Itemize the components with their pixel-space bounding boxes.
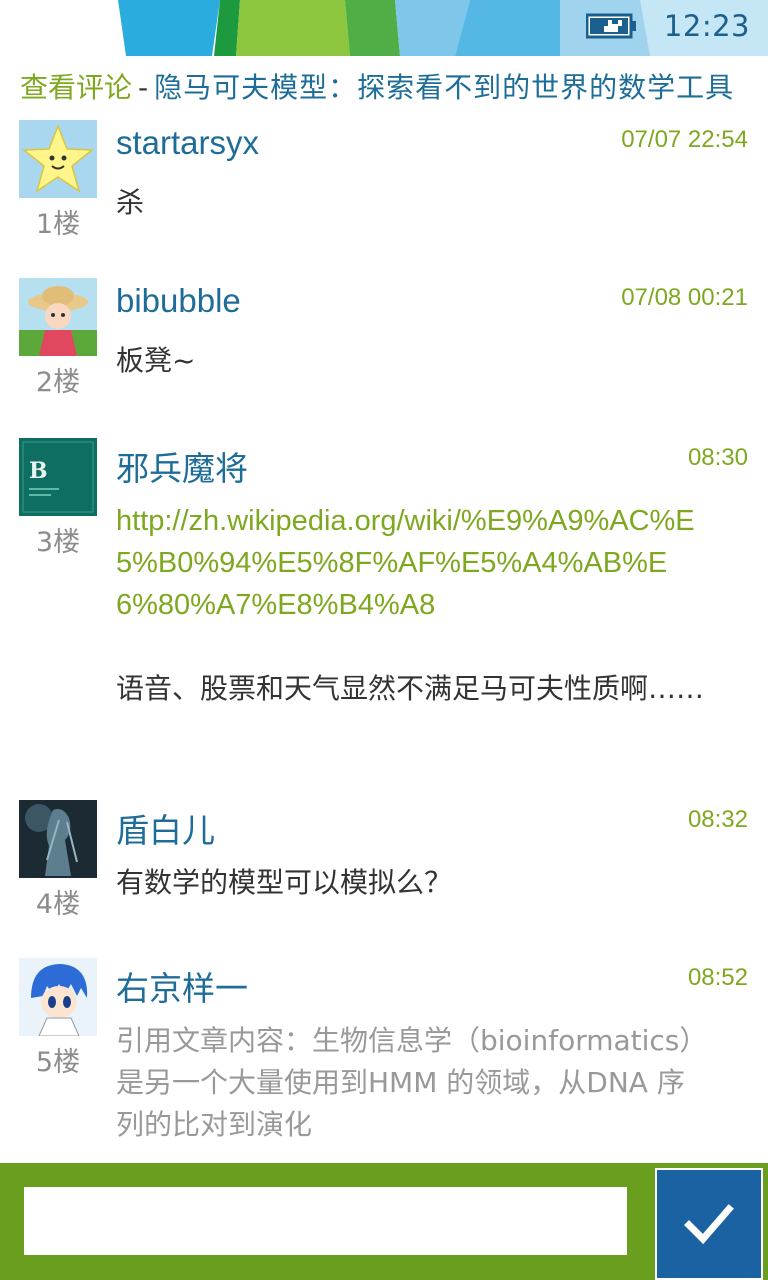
floor-number: 2楼 — [35, 367, 81, 398]
floor-number: 3楼 — [35, 527, 81, 558]
comment-item[interactable]: 2楼 bibubble 07/08 00:21 板凳~ — [0, 278, 768, 428]
comment-time: 08:32 — [687, 806, 748, 833]
comment-username[interactable]: 邪兵魔将 — [116, 442, 248, 490]
dark-figure-avatar-icon — [19, 800, 97, 878]
floor-number: 5楼 — [35, 1047, 81, 1078]
svg-text:B: B — [29, 458, 48, 484]
avatar[interactable] — [19, 958, 97, 1036]
article-title[interactable]: 隐马可夫模型：探索看不到的世界的数学工具 — [154, 71, 734, 104]
star-avatar-icon — [19, 120, 97, 198]
status-bar: 12:23 — [0, 0, 768, 56]
floor-number: 1楼 — [35, 209, 81, 240]
comment-time: 08:30 — [687, 444, 748, 471]
comment-username[interactable]: 盾白儿 — [116, 804, 215, 852]
comment-username[interactable]: bibubble — [116, 282, 241, 320]
comment-quote: 引用文章内容：生物信息学（bioinformatics）是另一个大量使用到HMM… — [116, 1024, 694, 1141]
comment-username[interactable]: 右京样一 — [116, 962, 248, 1010]
comment-item[interactable]: B 3楼 邪兵魔将 08:30 http://zh.wikipedia.org/… — [0, 438, 768, 798]
comment-item[interactable]: 1楼 startarsyx 07/07 22:54 杀 — [0, 120, 768, 270]
book-cover-avatar-icon: B — [19, 438, 97, 516]
comment-time: 07/08 00:21 — [621, 284, 748, 311]
anime-boy-avatar-icon — [19, 958, 97, 1036]
comment-body: http://zh.wikipedia.org/wiki/%E9%A9%AC%E… — [116, 500, 706, 710]
comment-username[interactable]: startarsyx — [116, 124, 259, 162]
reply-bar — [0, 1163, 768, 1280]
avatar[interactable] — [19, 278, 97, 356]
comment-link[interactable]: http://zh.wikipedia.org/wiki/%E9%A9%AC%E… — [116, 500, 706, 626]
reply-input[interactable] — [24, 1187, 627, 1255]
comment-text: 有数学的模型可以模拟么？ — [116, 866, 453, 899]
comment-time: 08:52 — [687, 964, 748, 991]
title-separator: - — [138, 71, 149, 104]
send-button[interactable] — [655, 1168, 763, 1280]
comment-list[interactable]: 1楼 startarsyx 07/07 22:54 杀 2楼 bibubble … — [0, 118, 768, 1163]
avatar[interactable]: B — [19, 438, 97, 516]
floor-number: 4楼 — [35, 889, 81, 920]
comment-item[interactable]: 5楼 右京样一 08:52 引用文章内容：生物信息学（bioinformatic… — [0, 958, 768, 1163]
battery-charging-icon — [585, 13, 636, 39]
girl-hat-avatar-icon — [19, 278, 97, 356]
clock: 12:23 — [663, 9, 750, 43]
avatar[interactable] — [19, 120, 97, 198]
comment-time: 07/07 22:54 — [621, 126, 748, 153]
comment-text: 板凳~ — [116, 344, 196, 377]
avatar[interactable] — [19, 800, 97, 878]
page-title: 查看评论 - 隐马可夫模型：探索看不到的世界的数学工具 — [20, 64, 768, 112]
comment-text: 语音、股票和天气显然不满足马可夫性质啊…… — [116, 672, 705, 705]
comment-text: 杀 — [116, 186, 145, 219]
comment-item[interactable]: 4楼 盾白儿 08:32 有数学的模型可以模拟么？ — [0, 800, 768, 950]
section-title: 查看评论 — [20, 71, 133, 104]
checkmark-icon — [684, 1204, 734, 1245]
